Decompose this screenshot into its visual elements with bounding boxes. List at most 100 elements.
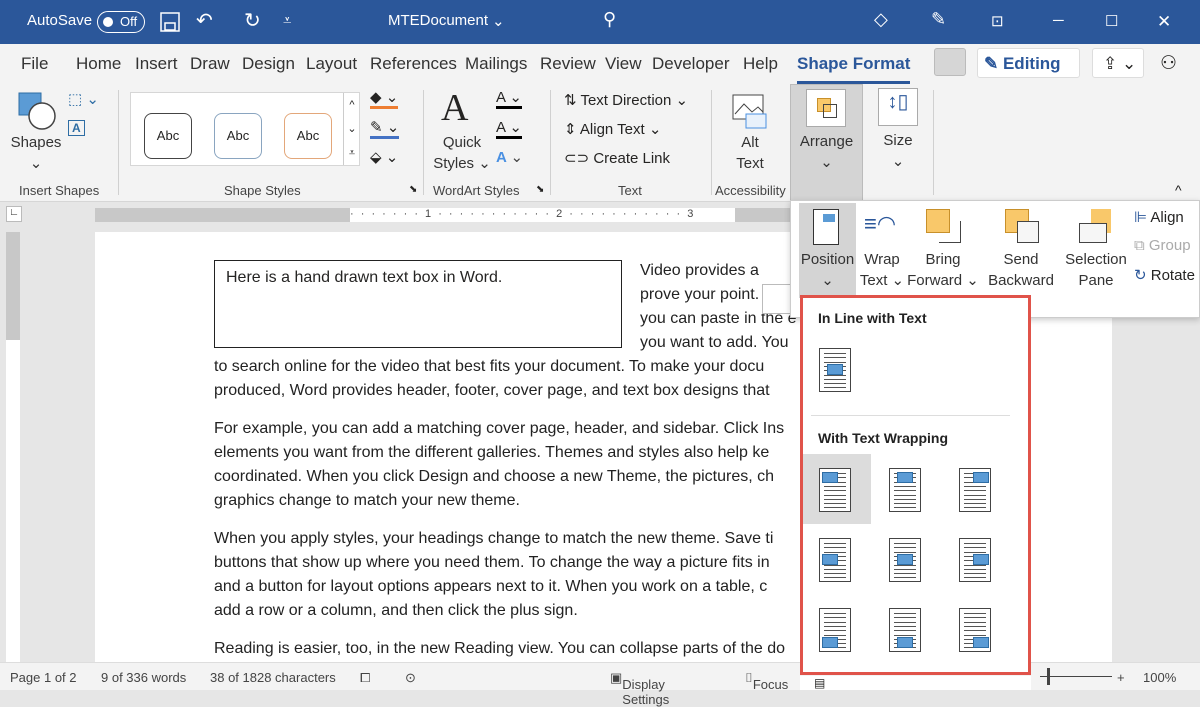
text-fill-icon[interactable]: A ⌄ <box>496 88 522 109</box>
character-count[interactable]: 38 of 1828 characters <box>210 670 336 685</box>
minimize-icon[interactable]: ─ <box>1053 12 1064 29</box>
shape-outline-icon[interactable]: ✎ ⌄ <box>370 118 400 139</box>
text-line: graphics change to match your new theme. <box>214 492 520 509</box>
position-option[interactable] <box>819 468 851 512</box>
display-settings-button[interactable]: ▣ Display Settings <box>610 670 669 707</box>
size-icon: ↕▯ <box>878 88 918 126</box>
alt-text-button[interactable]: Alt Text <box>724 132 776 174</box>
close-icon[interactable]: ✕ <box>1157 12 1171 32</box>
edit-shape-icon[interactable]: ⬚ ⌄ <box>68 90 99 108</box>
coauthor-icon[interactable]: ⚇ <box>1160 52 1177 75</box>
ribbon-tabs: File Home Insert Draw Design Layout Refe… <box>0 44 1200 93</box>
page-count[interactable]: Page 1 of 2 <box>10 670 77 685</box>
zoom-in-button[interactable]: + <box>1117 670 1125 685</box>
share-button[interactable]: ⇪ ⌄ <box>1092 48 1144 78</box>
tab-draw[interactable]: Draw <box>190 54 230 74</box>
shapes-button[interactable]: Shapes ⌄ <box>8 132 64 174</box>
shape-fill-icon[interactable]: ◆ ⌄ <box>370 88 399 109</box>
position-option[interactable] <box>959 608 991 652</box>
tab-review[interactable]: Review <box>540 54 596 74</box>
title-bar: AutoSave Off ↶ ↻ ⩡ MTEDocument ⌄ ⚲ ◇ ✎ ⊡… <box>0 0 1200 44</box>
focus-button[interactable]: ⌷ Focus <box>745 670 788 692</box>
save-icon[interactable] <box>160 12 180 32</box>
shapes-icon[interactable] <box>18 92 58 132</box>
chevron-down-icon[interactable]: ⌄ <box>492 12 505 30</box>
more-layout-options[interactable]: ▤ <box>800 676 1031 690</box>
word-count[interactable]: 9 of 336 words <box>101 670 186 685</box>
tab-shape-format[interactable]: Shape Format <box>797 54 911 84</box>
selection-pane-button[interactable]: Selection Pane <box>1063 249 1129 291</box>
editing-mode-button[interactable]: ✎ Editing ⌄ <box>977 48 1080 93</box>
tab-home[interactable]: Home <box>76 54 121 74</box>
position-option[interactable] <box>889 468 921 512</box>
tab-file[interactable]: File <box>21 54 48 74</box>
comments-button[interactable] <box>934 48 966 76</box>
align-text-button[interactable]: ⇕ Align Text ⌄ <box>564 120 661 138</box>
tab-references[interactable]: References <box>370 54 457 74</box>
wrap-text-button[interactable]: Wrap Text ⌄ <box>859 249 905 291</box>
rotate-icon: ↻ <box>1134 267 1147 284</box>
text-box[interactable]: Here is a hand drawn text box in Word. <box>214 260 622 348</box>
create-link-button[interactable]: ⊂⊃ Create Link <box>564 149 670 167</box>
group-icon: ⧉ <box>1134 237 1145 254</box>
tab-developer[interactable]: Developer <box>652 54 730 74</box>
accessibility-icon[interactable]: ⊙ <box>405 670 416 686</box>
maximize-icon[interactable]: ☐ <box>1105 12 1118 30</box>
gallery-scroll[interactable]: ^ ⌄ ⩡ <box>343 93 360 165</box>
position-gallery: In Line with Text With Text Wrapping <box>800 295 1031 675</box>
zoom-slider[interactable] <box>1040 676 1112 677</box>
search-icon[interactable]: ⚲ <box>603 9 616 30</box>
text-line: to search online for the video that best… <box>214 358 765 375</box>
style-sample[interactable]: Abc <box>214 113 262 159</box>
text-outline-icon[interactable]: A ⌄ <box>496 118 522 139</box>
align-button[interactable]: ⊫ Align <box>1134 208 1184 226</box>
position-option[interactable] <box>819 538 851 582</box>
tab-insert[interactable]: Insert <box>135 54 178 74</box>
position-option[interactable] <box>889 608 921 652</box>
position-option[interactable] <box>889 538 921 582</box>
tab-mailings[interactable]: Mailings <box>465 54 527 74</box>
style-sample[interactable]: Abc <box>144 113 192 159</box>
text-box-icon[interactable]: A <box>68 120 85 136</box>
autosave-toggle[interactable]: Off <box>97 11 145 33</box>
vertical-ruler[interactable] <box>6 232 20 662</box>
position-option[interactable] <box>819 608 851 652</box>
ribbon-display-icon[interactable]: ⊡ <box>991 12 1004 30</box>
designer-icon[interactable]: ✎ <box>931 9 946 30</box>
text-direction-button[interactable]: ⇅ Text Direction ⌄ <box>564 91 688 109</box>
premium-diamond-icon[interactable]: ◇ <box>874 9 888 30</box>
group-button[interactable]: ⧉ Group <box>1134 237 1191 254</box>
rotate-button[interactable]: ↻ Rotate <box>1134 266 1195 284</box>
dialog-launcher-icon[interactable]: ⬊ <box>409 184 417 195</box>
quick-styles-button[interactable]: Quick Styles ⌄ <box>430 132 494 174</box>
alt-text-icon[interactable] <box>732 94 768 130</box>
dialog-launcher-icon[interactable]: ⬊ <box>536 184 544 195</box>
document-name[interactable]: MTEDocument <box>388 12 488 29</box>
redo-icon[interactable]: ↻ <box>244 8 261 33</box>
position-option[interactable] <box>959 468 991 512</box>
collapse-ribbon-icon[interactable]: ^ <box>1175 182 1182 198</box>
undo-icon[interactable]: ↶ <box>196 8 213 33</box>
shape-effects-icon[interactable]: ⬙ ⌄ <box>370 148 398 166</box>
position-option[interactable] <box>959 538 991 582</box>
text-line: For example, you can add a matching cove… <box>214 420 785 437</box>
style-sample[interactable]: Abc <box>284 113 332 159</box>
zoom-slider-thumb[interactable] <box>1047 668 1050 685</box>
text-line: buttons that show up where you need them… <box>214 554 770 571</box>
tab-view[interactable]: View <box>605 54 642 74</box>
text-effects-icon[interactable]: A ⌄ <box>496 148 523 166</box>
shape-styles-gallery[interactable]: Abc Abc Abc ^ ⌄ ⩡ <box>130 92 360 166</box>
size-button[interactable]: Size ⌄ <box>870 130 926 172</box>
zoom-level[interactable]: 100% <box>1143 670 1176 685</box>
quick-styles-icon[interactable]: A <box>441 86 468 130</box>
tab-layout[interactable]: Layout <box>306 54 357 74</box>
position-button[interactable]: Position ⌄ <box>799 203 856 298</box>
tab-help[interactable]: Help <box>743 54 778 74</box>
customize-icon[interactable]: ⩡ <box>283 12 291 29</box>
arrange-button[interactable]: Arrange ⌄ <box>790 84 863 202</box>
tab-design[interactable]: Design <box>242 54 295 74</box>
proofing-icon[interactable]: ⧠ <box>360 670 370 686</box>
bring-forward-button[interactable]: Bring Forward ⌄ <box>903 249 983 291</box>
position-option[interactable] <box>819 348 851 392</box>
tab-selector[interactable]: ∟ <box>6 206 22 222</box>
